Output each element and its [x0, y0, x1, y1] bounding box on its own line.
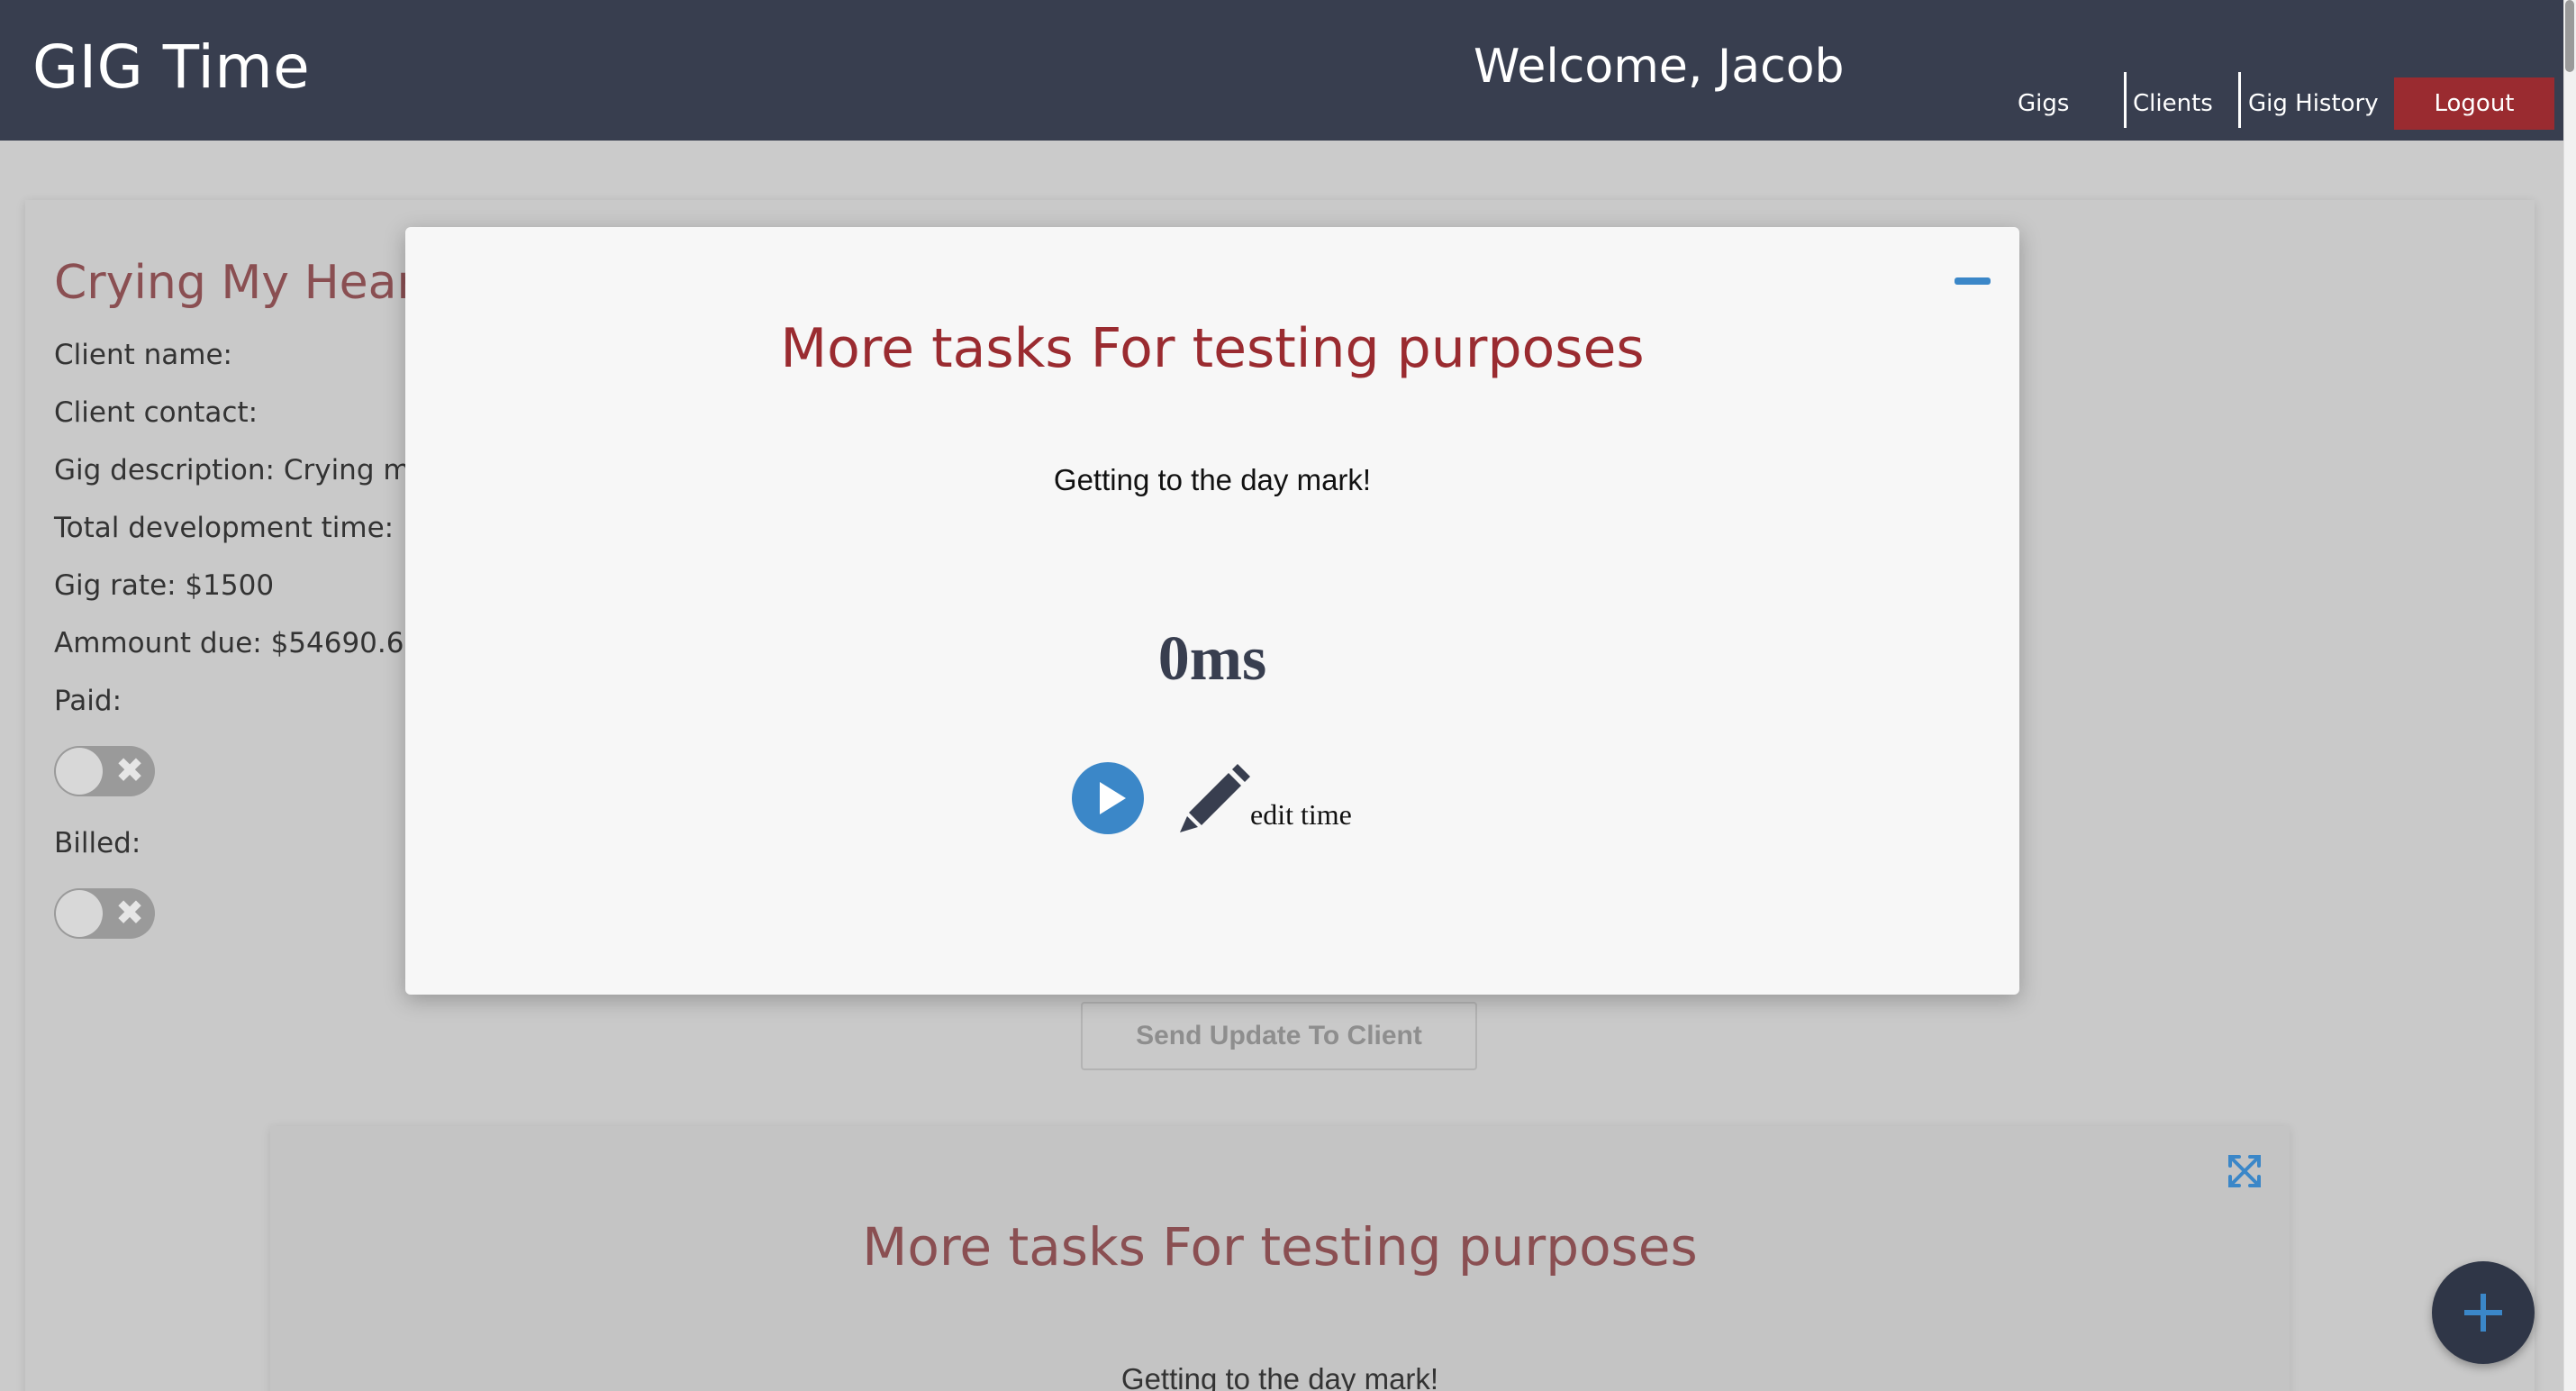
pencil-icon[interactable]: [1176, 759, 1252, 834]
modal-description: Getting to the day mark!: [1053, 463, 1372, 496]
modal-title: More tasks For testing purposes: [780, 317, 1645, 380]
edit-time-label[interactable]: edit time: [1250, 798, 1352, 832]
play-icon[interactable]: [1072, 762, 1144, 834]
minus-icon[interactable]: [1955, 277, 1991, 285]
scrollbar-thumb[interactable]: [2565, 0, 2574, 72]
timer-display: 0ms: [1157, 624, 1267, 694]
task-modal: More tasks For testing purposes Getting …: [405, 227, 2019, 995]
page-scrollbar[interactable]: [2563, 0, 2576, 1391]
